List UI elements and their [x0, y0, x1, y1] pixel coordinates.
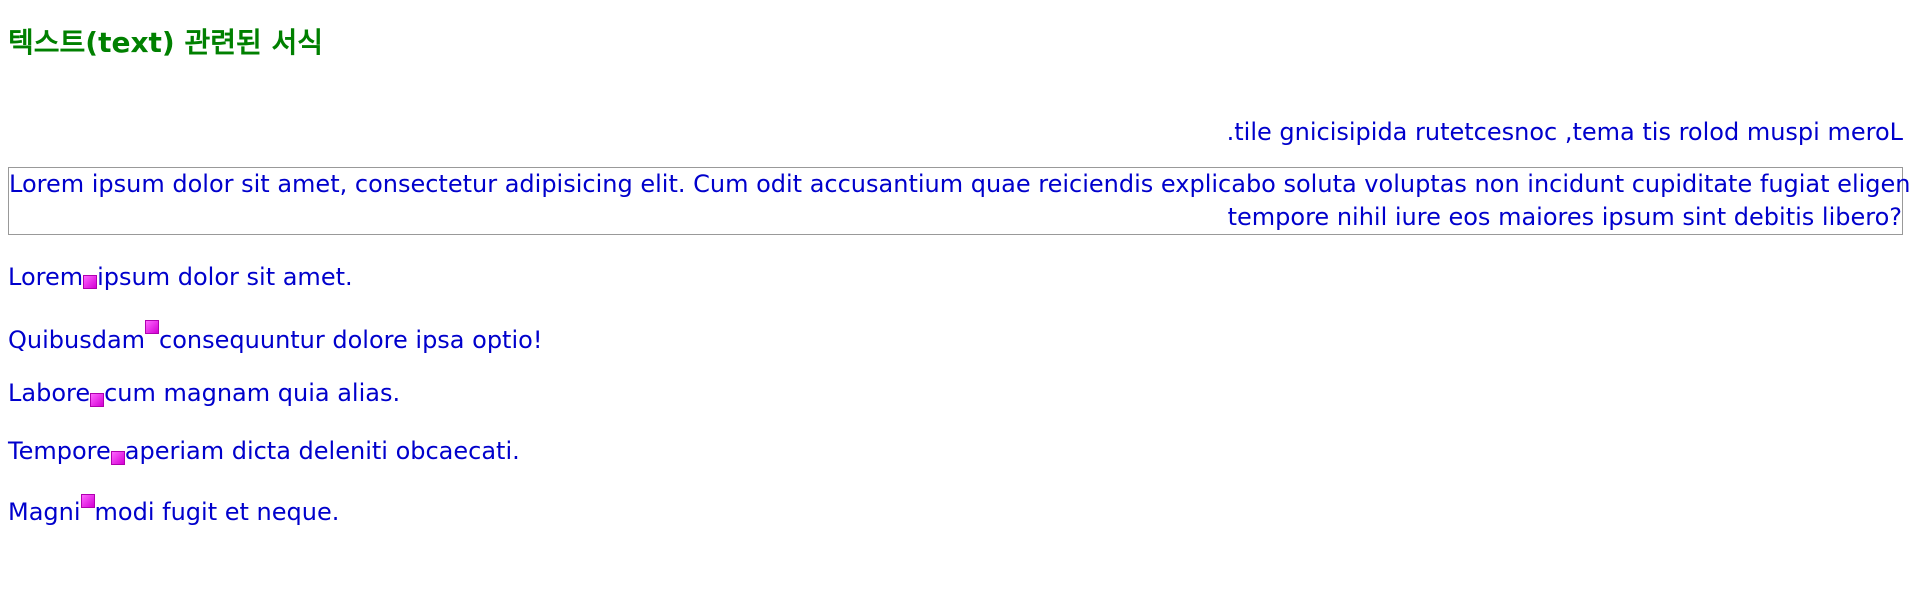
bordered-paragraph-line-1: Lorem ipsum dolor sit amet, consectetur …	[9, 170, 1911, 198]
magenta-square-icon	[83, 275, 98, 289]
text-row-3: Labore cum magnam quia alias.	[8, 378, 1903, 408]
row-text-after: modi fugit et neque.	[94, 498, 340, 526]
text-row-2: Quibusdam consequuntur dolore ipsa optio!	[8, 320, 1903, 354]
bordered-paragraph: Lorem ipsum dolor sit amet, consectetur …	[8, 167, 1911, 235]
text-row-4: Tempore aperiam dicta deleniti obcaecati.	[8, 436, 1903, 466]
row-text-before: Lorem	[8, 263, 84, 291]
magenta-square-icon	[110, 451, 125, 465]
magenta-square-icon	[80, 494, 95, 508]
row-text-after: cum magnam quia alias.	[104, 379, 401, 407]
magenta-square-icon	[145, 320, 160, 334]
image-alignment-rows: Lorem ipsum dolor sit amet. Quibusdam cons…	[8, 262, 1903, 526]
row-text-after: ipsum dolor sit amet.	[97, 263, 353, 291]
magenta-square-icon	[90, 393, 105, 407]
bordered-paragraph-line-2: tempore nihil iure eos maiores ipsum sin…	[1227, 203, 1902, 231]
reversed-text-line: .tile gnicisipida rutetcesnoc ,tema tis …	[1226, 118, 1903, 146]
text-row-5: Magni modi fugit et neque.	[8, 494, 1903, 526]
row-text-after: aperiam dicta deleniti obcaecati.	[124, 437, 520, 465]
text-row-1: Lorem ipsum dolor sit amet.	[8, 262, 1903, 292]
row-text-before: Magni	[8, 498, 81, 526]
page-heading: 텍스트(text) 관련된 서식	[8, 26, 323, 59]
row-text-before: Quibusdam	[8, 326, 146, 354]
row-text-before: Tempore	[8, 437, 111, 465]
row-text-before: Labore	[8, 379, 91, 407]
page: 텍스트(text) 관련된 서식 .tile gnicisipida rutet…	[0, 0, 1911, 526]
row-text-after: consequuntur dolore ipsa optio!	[159, 326, 543, 354]
